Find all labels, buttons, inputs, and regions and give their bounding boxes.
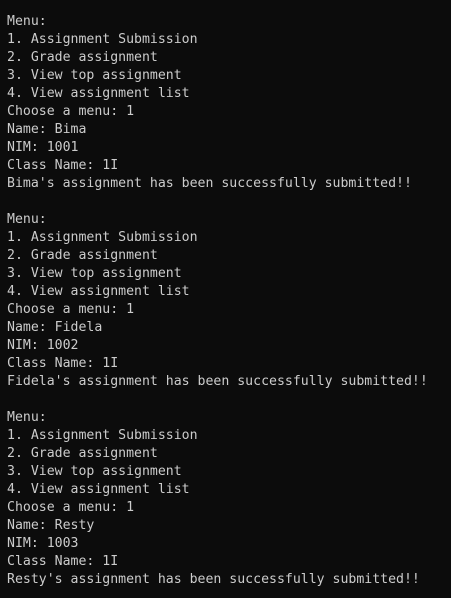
menu-option-3: 3. View top assignment bbox=[7, 68, 182, 83]
class-name-input-line: Class Name: 1I bbox=[7, 356, 119, 371]
terminal-output[interactable]: Menu: 1. Assignment Submission 2. Grade … bbox=[0, 0, 451, 598]
menu-header: Menu: bbox=[7, 212, 47, 227]
menu-option-1: 1. Assignment Submission bbox=[7, 230, 198, 245]
menu-option-2: 2. Grade assignment bbox=[7, 50, 158, 65]
menu-prompt: Choose a menu: 1 bbox=[7, 104, 135, 119]
menu-option-2: 2. Grade assignment bbox=[7, 446, 158, 461]
nim-input-line: NIM: 1001 bbox=[7, 140, 79, 155]
submission-success-message: Fidela's assignment has been successfull… bbox=[7, 374, 428, 389]
menu-option-4: 4. View assignment list bbox=[7, 86, 190, 101]
name-input-line: Name: Fidela bbox=[7, 320, 103, 335]
menu-header: Menu: bbox=[7, 14, 47, 29]
menu-header: Menu: bbox=[7, 410, 47, 425]
class-name-input-line: Class Name: 1I bbox=[7, 158, 119, 173]
menu-prompt: Choose a menu: 1 bbox=[7, 302, 135, 317]
menu-prompt: Choose a menu: 1 bbox=[7, 500, 135, 515]
menu-option-2: 2. Grade assignment bbox=[7, 248, 158, 263]
submission-success-message: Bima's assignment has been successfully … bbox=[7, 176, 412, 191]
menu-option-3: 3. View top assignment bbox=[7, 266, 182, 281]
nim-input-line: NIM: 1003 bbox=[7, 536, 79, 551]
class-name-input-line: Class Name: 1I bbox=[7, 554, 119, 569]
nim-input-line: NIM: 1002 bbox=[7, 338, 79, 353]
menu-option-1: 1. Assignment Submission bbox=[7, 428, 198, 443]
name-input-line: Name: Resty bbox=[7, 518, 95, 533]
menu-option-3: 3. View top assignment bbox=[7, 464, 182, 479]
menu-option-1: 1. Assignment Submission bbox=[7, 32, 198, 47]
name-input-line: Name: Bima bbox=[7, 122, 87, 137]
menu-option-4: 4. View assignment list bbox=[7, 482, 190, 497]
menu-option-4: 4. View assignment list bbox=[7, 284, 190, 299]
submission-success-message: Resty's assignment has been successfully… bbox=[7, 572, 420, 587]
